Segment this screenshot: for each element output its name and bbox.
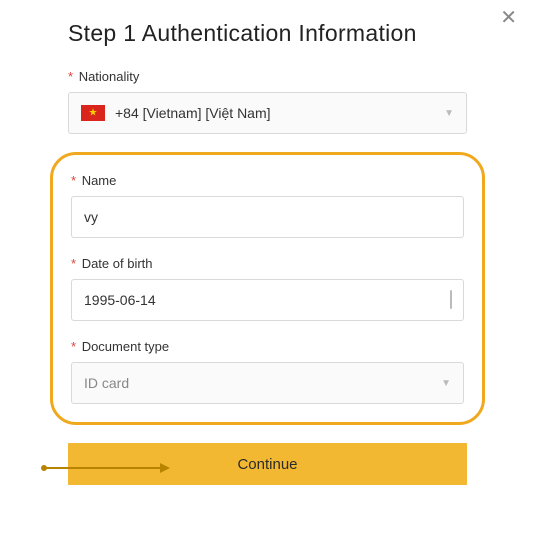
close-icon: ✕: [500, 7, 517, 29]
dob-input[interactable]: 1995-06-14: [71, 279, 464, 321]
doctype-value: ID card: [84, 375, 441, 391]
doctype-select[interactable]: ID card ▼: [71, 362, 464, 404]
field-name: * Name: [71, 173, 464, 238]
dob-value: 1995-06-14: [84, 292, 427, 308]
nationality-label: Nationality: [79, 69, 140, 84]
vietnam-flag-icon: [81, 105, 105, 121]
highlight-group: * Name * Date of birth 1995-06-14 *: [50, 152, 485, 425]
chevron-down-icon: ▼: [444, 108, 454, 119]
annotation-arrow: [44, 467, 168, 469]
chevron-down-icon: ▼: [441, 378, 451, 389]
name-label: Name: [82, 173, 117, 188]
field-doctype: * Document type ID card ▼: [71, 339, 464, 404]
doctype-label-row: * Document type: [71, 339, 464, 354]
required-marker: *: [71, 173, 76, 188]
step-title: Step 1 Authentication Information: [68, 20, 467, 47]
dob-label-row: * Date of birth: [71, 256, 464, 271]
name-input[interactable]: [71, 196, 464, 238]
calendar-icon[interactable]: [450, 291, 452, 309]
required-marker: *: [71, 339, 76, 354]
continue-label: Continue: [237, 456, 297, 473]
nationality-select[interactable]: +84 [Vietnam] [Việt Nam] ▼: [68, 92, 467, 134]
required-marker: *: [71, 256, 76, 271]
nationality-label-row: * Nationality: [68, 69, 467, 84]
field-dob: * Date of birth 1995-06-14: [71, 256, 464, 321]
auth-step1-modal: ✕ Step 1 Authentication Information * Na…: [0, 0, 535, 515]
continue-button[interactable]: Continue: [68, 443, 467, 485]
required-marker: *: [68, 69, 73, 84]
doctype-label: Document type: [82, 339, 169, 354]
field-nationality: * Nationality +84 [Vietnam] [Việt Nam] ▼: [68, 69, 467, 134]
close-button[interactable]: ✕: [500, 8, 517, 28]
dob-label: Date of birth: [82, 256, 153, 271]
name-label-row: * Name: [71, 173, 464, 188]
nationality-value: +84 [Vietnam] [Việt Nam]: [115, 105, 444, 121]
